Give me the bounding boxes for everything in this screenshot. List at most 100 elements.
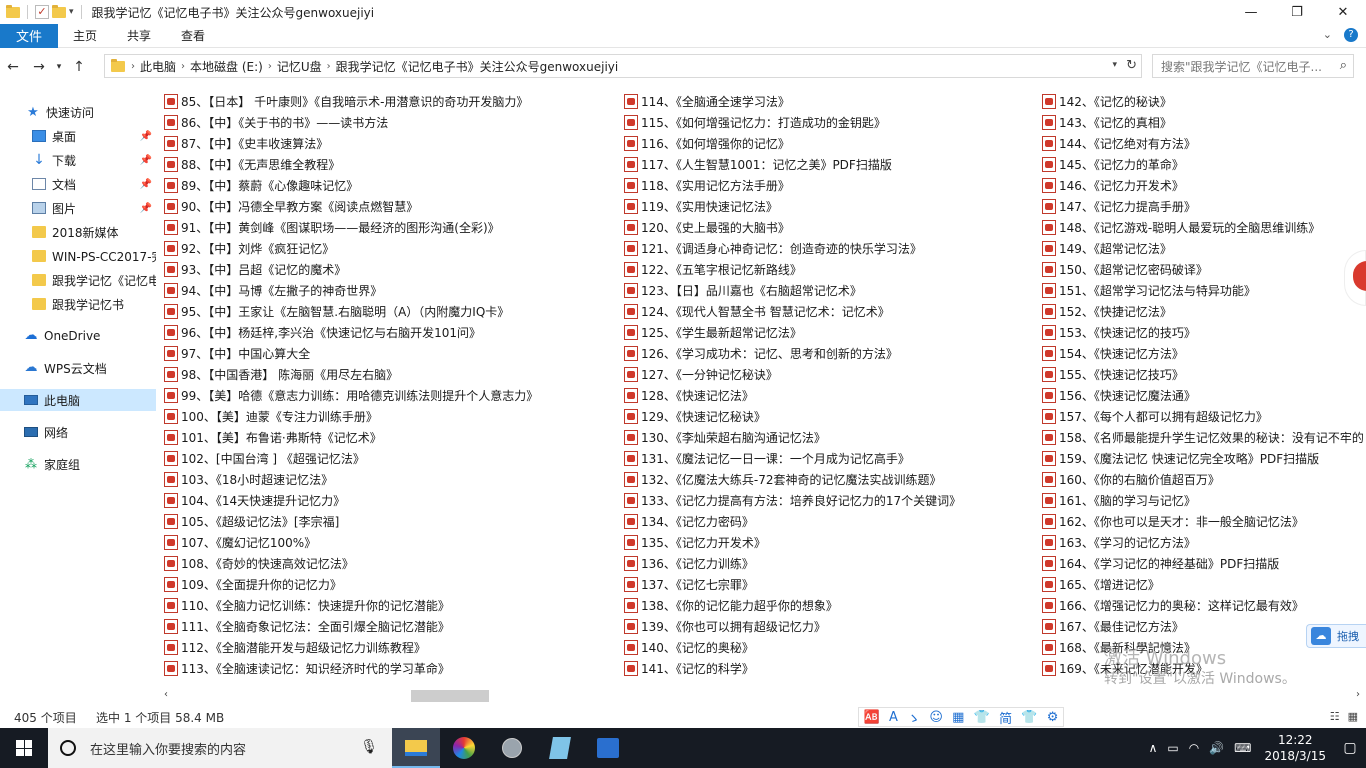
file-item[interactable]: 145、《记忆力的革命》 (1038, 154, 1364, 175)
file-item[interactable]: 97、【中】中国心算大全 (160, 343, 538, 364)
file-item[interactable]: 127、《一分钟记忆秘诀》 (620, 364, 961, 385)
file-item[interactable]: 155、《快速记忆技巧》 (1038, 364, 1364, 385)
file-item[interactable]: 122、《五笔字根记忆新路线》 (620, 259, 961, 280)
taskbar-file-explorer[interactable] (392, 728, 440, 768)
file-item[interactable]: 111、《全脑奇象记忆法：全面引爆全脑记忆潜能》 (160, 616, 538, 637)
breadcrumb-current-folder[interactable]: 跟我学记忆《记忆电子书》关注公众号genwoxuejiyi (331, 58, 624, 75)
file-item[interactable]: 135、《记忆力开发术》 (620, 532, 961, 553)
file-item[interactable]: 125、《学生最新超常记忆法》 (620, 322, 961, 343)
file-item[interactable]: 165、《增进记忆》 (1038, 574, 1364, 595)
file-item[interactable]: 128、《快速记忆法》 (620, 385, 961, 406)
ime-skin-icon[interactable]: 👕 (974, 710, 990, 725)
up-arrow-icon[interactable]: ↑ (66, 59, 92, 75)
file-item[interactable]: 113、《全脑速读记忆：知识经济时代的学习革命》 (160, 658, 538, 679)
scroll-left-icon[interactable]: ‹ (164, 689, 168, 700)
ime-punctuation-icon[interactable]: ゝ (907, 708, 920, 727)
sidebar-item-homegroup[interactable]: ⁂ 家庭组 (0, 453, 156, 475)
sidebar-item-onedrive[interactable]: ☁ OneDrive (0, 325, 156, 347)
customize-toolbar-icon[interactable]: ▾ (69, 7, 74, 17)
recent-locations-icon[interactable]: ▾ (52, 62, 66, 72)
battery-icon[interactable]: ▭ (1162, 741, 1183, 755)
ime-settings-icon[interactable]: ⚙ (1047, 710, 1059, 725)
tab-home[interactable]: 主页 (58, 27, 112, 44)
clock[interactable]: 12:22 2018/3/15 (1256, 732, 1334, 764)
file-item[interactable]: 101、【美】布鲁诺·弗斯特《记忆术》 (160, 427, 538, 448)
file-item[interactable]: 137、《记忆七宗罪》 (620, 574, 961, 595)
sidebar-item-folder[interactable]: 跟我学记忆《记忆电 (0, 269, 156, 291)
file-item[interactable]: 131、《魔法记忆一日一课：一个月成为记忆高手》 (620, 448, 961, 469)
file-item[interactable]: 87、【中】《史丰收速算法》 (160, 133, 538, 154)
file-item[interactable]: 166、《增强记忆力的奥秘：这样记忆最有效》 (1038, 595, 1364, 616)
taskbar-search[interactable]: 在这里输入你要搜索的内容 🎙 (48, 728, 392, 768)
tab-share[interactable]: 共享 (112, 27, 166, 44)
expand-ribbon-icon[interactable]: ⌄ (1323, 28, 1332, 42)
file-item[interactable]: 96、【中】杨廷梓,李兴治《快速记忆与右脑开发101问》 (160, 322, 538, 343)
file-item[interactable]: 143、《记忆的真相》 (1038, 112, 1364, 133)
minimize-button[interactable]: — (1228, 0, 1274, 24)
taskbar-app[interactable] (440, 728, 488, 768)
sidebar-item-wps-cloud[interactable]: ☁ WPS云文档 (0, 357, 156, 379)
sidebar-item-network[interactable]: 网络 (0, 421, 156, 443)
file-item[interactable]: 117、《人生智慧1001：记忆之美》PDF扫描版 (620, 154, 961, 175)
sidebar-item-quick-access[interactable]: ★ 快速访问 (0, 101, 156, 123)
ime-logo-icon[interactable]: 🆎 (864, 710, 880, 725)
file-item[interactable]: 85、【日本】 千叶康则》《自我暗示术-用潜意识的奇功开发脑力》 (160, 91, 538, 112)
forward-arrow-icon[interactable]: → (26, 59, 52, 75)
file-item[interactable]: 164、《学习记忆的神经基础》PDF扫描版 (1038, 553, 1364, 574)
taskbar-app[interactable] (488, 728, 536, 768)
file-item[interactable]: 110、《全脑力记忆训练：快速提升你的记忆潜能》 (160, 595, 538, 616)
file-item[interactable]: 90、【中】冯德全早教方案《阅读点燃智慧》 (160, 196, 538, 217)
breadcrumb-local-disk[interactable]: 本地磁盘 (E:) (185, 58, 268, 75)
tab-file[interactable]: 文件 (0, 23, 58, 48)
properties-icon[interactable]: ✓ (35, 5, 49, 19)
file-item[interactable]: 159、《魔法记忆 快速记忆完全攻略》PDF扫描版 (1038, 448, 1364, 469)
large-icons-view-icon[interactable]: ▦ (1348, 710, 1358, 723)
file-item[interactable]: 108、《奇妙的快速高效记忆法》 (160, 553, 538, 574)
file-item[interactable]: 121、《调适身心神奇记忆：创造奇迹的快乐学习法》 (620, 238, 961, 259)
file-item[interactable]: 94、【中】马博《左撇子的神奇世界》 (160, 280, 538, 301)
file-item[interactable]: 109、《全面提升你的记忆力》 (160, 574, 538, 595)
chevron-down-icon[interactable]: ▾ (1112, 60, 1117, 70)
tab-view[interactable]: 查看 (166, 27, 220, 44)
file-item[interactable]: 141、《记忆的科学》 (620, 658, 961, 679)
microphone-icon[interactable]: 🎙 (360, 739, 378, 755)
file-item[interactable]: 116、《如何增强你的记忆》 (620, 133, 961, 154)
ime-keyboard-icon[interactable]: ▦ (952, 710, 964, 725)
file-item[interactable]: 123、【日】品川嘉也《右脑超常记忆术》 (620, 280, 961, 301)
file-item[interactable]: 142、《记忆的秘诀》 (1038, 91, 1364, 112)
file-item[interactable]: 133、《记忆力提高有方法：培养良好记忆力的17个关键词》 (620, 490, 961, 511)
notification-icon[interactable]: ▢ (1334, 740, 1366, 756)
file-item[interactable]: 138、《你的记忆能力超乎你的想象》 (620, 595, 961, 616)
file-item[interactable]: 104、《14天快速提升记忆力》 (160, 490, 538, 511)
sidebar-item-folder[interactable]: 2018新媒体 (0, 221, 156, 243)
file-item[interactable]: 88、【中】《无声思维全教程》 (160, 154, 538, 175)
file-item[interactable]: 160、《你的右脑价值超百万》 (1038, 469, 1364, 490)
details-view-icon[interactable]: ☷ (1330, 710, 1340, 723)
file-item[interactable]: 95、【中】王家让《左脑智慧.右脑聪明（A）（内附魔力IQ卡》 (160, 301, 538, 322)
address-bar[interactable]: › 此电脑 › 本地磁盘 (E:) › 记忆U盘 › 跟我学记忆《记忆电子书》关… (104, 54, 1142, 78)
sidebar-item-documents[interactable]: 文档 📌 (0, 173, 156, 195)
file-item[interactable]: 158、《名师最能提升学生记忆效果的秘诀：没有记不牢的 (1038, 427, 1364, 448)
file-item[interactable]: 154、《快速记忆方法》 (1038, 343, 1364, 364)
file-item[interactable]: 120、《史上最强的大脑书》 (620, 217, 961, 238)
file-item[interactable]: 100、【美】迪蒙《专注力训练手册》 (160, 406, 538, 427)
help-icon[interactable]: ? (1344, 28, 1358, 42)
file-item[interactable]: 163、《学习的记忆方法》 (1038, 532, 1364, 553)
file-item[interactable]: 102、[中国台湾 ] 《超强记忆法》 (160, 448, 538, 469)
file-item[interactable]: 161、《脑的学习与记忆》 (1038, 490, 1364, 511)
file-item[interactable]: 91、【中】黄剑峰《图谋职场——最经济的图形沟通(全彩)》 (160, 217, 538, 238)
new-folder-icon[interactable] (52, 4, 66, 18)
file-item[interactable]: 112、《全脑潜能开发与超级记忆力训练教程》 (160, 637, 538, 658)
file-item[interactable]: 119、《实用快速记忆法》 (620, 196, 961, 217)
file-item[interactable]: 147、《记忆力提高手册》 (1038, 196, 1364, 217)
keyboard-icon[interactable]: ⌨ (1229, 741, 1256, 755)
file-item[interactable]: 118、《实用记忆方法手册》 (620, 175, 961, 196)
ime-english-icon[interactable]: A (889, 710, 898, 725)
file-item[interactable]: 115、《如何增强记忆力：打造成功的金钥匙》 (620, 112, 961, 133)
file-item[interactable]: 114、《全脑通全速学习法》 (620, 91, 961, 112)
file-item[interactable]: 148、《记忆游戏-聪明人最爱玩的全脑思维训练》 (1038, 217, 1364, 238)
taskbar-app[interactable] (536, 728, 584, 768)
file-item[interactable]: 134、《记忆力密码》 (620, 511, 961, 532)
file-item[interactable]: 107、《魔幻记忆100%》 (160, 532, 538, 553)
sidebar-item-pictures[interactable]: 图片 📌 (0, 197, 156, 219)
